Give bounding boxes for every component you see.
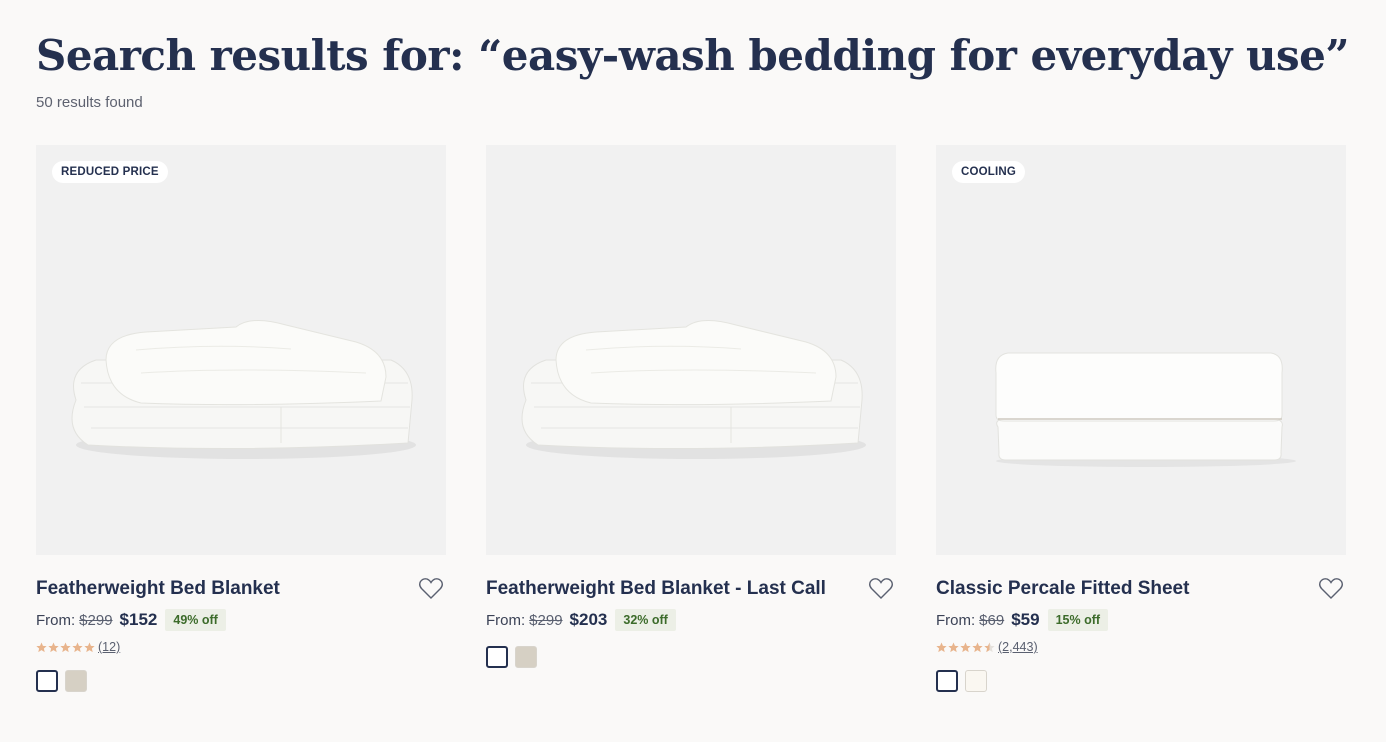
color-swatches: [486, 646, 896, 668]
product-name[interactable]: Classic Percale Fitted Sheet: [936, 577, 1189, 601]
star-icon: [948, 641, 959, 652]
folded-sheet-image: [995, 352, 1296, 467]
swatch-oat[interactable]: [65, 670, 87, 692]
sale-price: $152: [119, 610, 158, 629]
product-badge: COOLING: [952, 161, 1026, 183]
half-star-icon: [984, 641, 995, 652]
swatch-white[interactable]: [486, 646, 508, 668]
product-card[interactable]: COOLING Classic Percale Fitted Sheet Fro…: [936, 145, 1346, 692]
star-icon: [84, 641, 95, 652]
rating: (2,443): [936, 639, 1346, 655]
original-price: $299: [529, 611, 563, 629]
original-price: $299: [79, 611, 113, 629]
from-label: From:: [936, 611, 976, 629]
from-label: From:: [36, 611, 76, 629]
price-row: From: $299 $203 32% off: [486, 609, 896, 631]
swatch-cream[interactable]: [965, 670, 987, 692]
star-icon: [960, 641, 971, 652]
discount-badge: 32% off: [615, 609, 676, 631]
star-icon: [972, 641, 983, 652]
rating: (12): [36, 639, 446, 655]
color-swatches: [936, 670, 1346, 692]
search-header: Search results for: “easy-wash bedding f…: [36, 30, 1350, 111]
page-title: Search results for: “easy-wash bedding f…: [36, 31, 1350, 80]
star-icon: [36, 641, 47, 652]
folded-comforter-image: [71, 320, 416, 459]
heart-icon[interactable]: [868, 577, 894, 601]
from-label: From:: [486, 611, 526, 629]
star-icon: [72, 641, 83, 652]
original-price: $69: [979, 611, 1005, 629]
swatch-white[interactable]: [936, 670, 958, 692]
discount-badge: 49% off: [165, 609, 226, 631]
folded-comforter-image: [521, 320, 866, 459]
swatch-oat[interactable]: [515, 646, 537, 668]
product-card[interactable]: REDUCED PRICE Featherweight Bed Blanket …: [36, 145, 446, 692]
result-count: 50 results found: [36, 94, 143, 111]
review-count[interactable]: (12): [98, 640, 120, 654]
star-icon: [60, 641, 71, 652]
discount-badge: 15% off: [1047, 609, 1109, 631]
product-grid: REDUCED PRICE Featherweight Bed Blanket …: [36, 145, 1346, 692]
price-row: From: $299 $152 49% off: [36, 609, 446, 631]
product-image[interactable]: [486, 145, 896, 555]
heart-icon[interactable]: [418, 577, 444, 601]
review-count[interactable]: (2,443): [998, 640, 1038, 654]
star-icon: [48, 641, 59, 652]
star-icon: [936, 641, 947, 652]
swatch-white[interactable]: [36, 670, 58, 692]
color-swatches: [36, 670, 446, 692]
product-image[interactable]: REDUCED PRICE: [36, 145, 446, 555]
product-badge: REDUCED PRICE: [52, 161, 168, 183]
price-row: From: $69 $59 15% off: [936, 609, 1346, 631]
heart-icon[interactable]: [1318, 577, 1344, 601]
sale-price: $59: [1011, 610, 1040, 629]
product-name[interactable]: Featherweight Bed Blanket - Last Call: [486, 577, 826, 601]
product-image[interactable]: COOLING: [936, 145, 1346, 555]
product-card[interactable]: Featherweight Bed Blanket - Last Call Fr…: [486, 145, 896, 692]
sale-price: $203: [569, 610, 608, 629]
product-name[interactable]: Featherweight Bed Blanket: [36, 577, 280, 601]
